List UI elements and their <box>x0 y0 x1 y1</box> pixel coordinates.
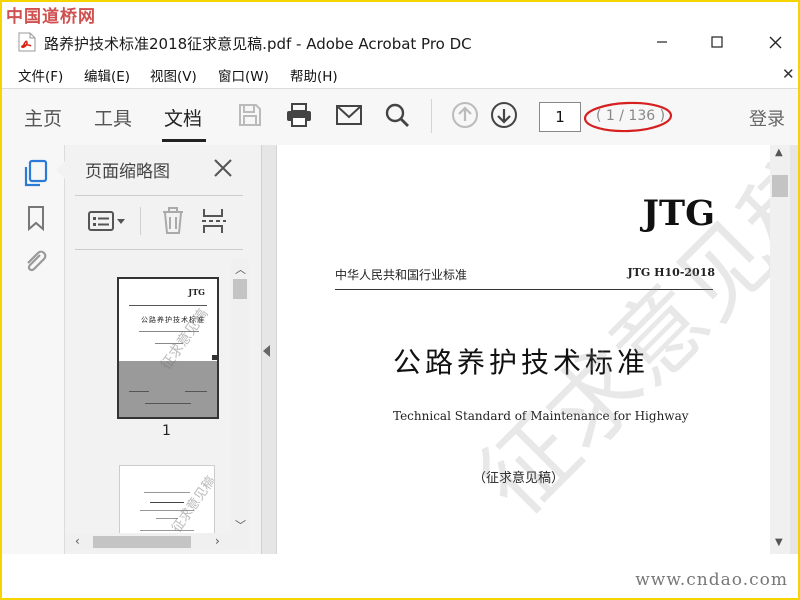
tab-tools[interactable]: 工具 <box>94 104 132 131</box>
title-bar: 路养护技术标准2018征求意见稿.pdf - Adobe Acrobat Pro… <box>2 24 798 60</box>
save-icon <box>239 104 261 126</box>
horizontal-scrollbar-thumb[interactable] <box>93 536 191 548</box>
close-window-button[interactable] <box>752 24 798 60</box>
menu-window[interactable]: 窗口(W) <box>218 65 269 85</box>
page-count-highlight-ellipse <box>582 99 674 139</box>
maximize-icon <box>711 36 723 48</box>
pdf-page: JTG 中华人民共和国行业标准 JTG H10-2018 公路养护技术标准 Te… <box>276 145 772 554</box>
tab-document[interactable]: 文档 <box>164 104 202 131</box>
scroll-left-icon[interactable]: ‹ <box>75 534 80 548</box>
minimize-icon <box>657 41 667 43</box>
page-thumbnail-2[interactable]: 征求意见稿 <box>119 465 215 537</box>
screenshot-frame: 中国道桥网 路养护技术标准2018征求意见稿.pdf - Adobe Acrob… <box>0 0 800 600</box>
scrollbar-thumb[interactable] <box>233 279 247 299</box>
bottom-strip: www.cndao.com <box>2 554 798 598</box>
panel-separator <box>140 207 141 235</box>
thumbnails-panel-title: 页面缩略图 <box>85 162 170 182</box>
doc-header-left: 中华人民共和国行业标准 <box>335 268 468 282</box>
menu-edit[interactable]: 编辑(E) <box>84 65 130 85</box>
site-watermark-bottom: www.cndao.com <box>635 570 788 590</box>
tab-home[interactable]: 主页 <box>24 104 62 131</box>
split-pages-icon <box>202 209 226 233</box>
delete-pages-button[interactable] <box>161 207 185 239</box>
thumbnail-options-button[interactable] <box>87 209 127 237</box>
panel-divider-2 <box>75 249 243 250</box>
collapse-panel-arrow[interactable] <box>263 345 270 357</box>
printer-icon <box>287 103 311 127</box>
document-viewer: JTG 中华人民共和国行业标准 JTG H10-2018 公路养护技术标准 Te… <box>262 145 798 554</box>
menu-file[interactable]: 文件(F) <box>18 65 63 85</box>
active-tab-indicator <box>162 139 206 142</box>
pdf-file-icon <box>18 32 36 52</box>
thumb-line <box>129 391 149 392</box>
login-link[interactable]: 登录 <box>749 105 785 131</box>
thumbnail-resize-handle[interactable] <box>212 355 217 360</box>
arrow-down-circle-icon <box>491 102 517 128</box>
menu-help[interactable]: 帮助(H) <box>290 65 338 85</box>
attachments-button[interactable] <box>22 247 48 279</box>
thumbnails-horizontal-scrollbar[interactable]: ‹ › <box>65 533 249 551</box>
scroll-down-icon[interactable]: ﹀ <box>235 517 246 533</box>
menu-bar: 文件(F) 编辑(E) 视图(V) 窗口(W) 帮助(H) ✕ <box>2 62 798 86</box>
document-scrollbar-thumb[interactable] <box>772 175 788 197</box>
maximize-button[interactable] <box>694 24 740 60</box>
paperclip-icon <box>27 250 47 272</box>
email-button[interactable] <box>332 98 366 132</box>
close-icon <box>769 36 781 48</box>
left-navigation-rail <box>2 145 65 554</box>
toolbar-separator <box>431 99 432 133</box>
scroll-down-icon[interactable]: ▼ <box>775 537 783 548</box>
scroll-right-icon[interactable]: › <box>215 534 220 548</box>
page-number-input[interactable]: 1 <box>539 102 581 132</box>
page-thumbnails-panel: 页面缩略图 JTG 公路养护技术标准 征求意见稿 1 征求意见稿 ︿ ﹀ ‹ › <box>56 145 262 554</box>
menu-view[interactable]: 视图(V) <box>150 65 197 85</box>
thumbnail-page-label: 1 <box>162 423 171 439</box>
scroll-up-icon[interactable]: ︿ <box>235 261 246 277</box>
close-thumbnails-panel-button[interactable] <box>213 158 233 182</box>
previous-page-button[interactable] <box>448 98 482 132</box>
thumb-jtg: JTG <box>188 287 205 297</box>
scroll-up-icon[interactable]: ▲ <box>775 147 783 158</box>
menu-close-icon[interactable]: ✕ <box>782 65 795 83</box>
close-icon <box>214 159 232 177</box>
thumb-line <box>144 492 190 493</box>
thumb-line <box>145 403 191 404</box>
print-button[interactable] <box>282 98 316 132</box>
thumb-line <box>150 502 184 503</box>
next-page-button[interactable] <box>487 98 521 132</box>
thumbnails-vertical-scrollbar[interactable]: ︿ ﹀ <box>231 259 249 533</box>
page-thumbnails-button[interactable] <box>22 159 50 193</box>
mail-icon <box>336 105 362 125</box>
save-button[interactable] <box>233 98 267 132</box>
options-menu-icon <box>88 211 125 231</box>
search-button[interactable] <box>380 98 414 132</box>
page-thumbnail-1[interactable]: JTG 公路养护技术标准 征求意见稿 <box>117 277 219 419</box>
arrow-up-circle-icon <box>452 102 478 128</box>
panel-pointer <box>56 161 65 179</box>
minimize-button[interactable] <box>639 24 685 60</box>
thumb-line <box>185 391 207 392</box>
search-icon <box>385 103 409 127</box>
thumb-watermark: 征求意见稿 <box>169 473 215 536</box>
window-title: 路养护技术标准2018征求意见稿.pdf - Adobe Acrobat Pro… <box>44 35 472 53</box>
bookmarks-button[interactable] <box>26 205 46 235</box>
bookmark-icon <box>28 206 44 232</box>
main-toolbar: 主页 工具 文档 1 (1 / 136) 登录 <box>2 88 798 146</box>
extract-pages-button[interactable] <box>201 207 227 239</box>
thumb-line <box>140 530 194 531</box>
copy-pages-icon <box>24 159 48 187</box>
trash-icon <box>163 207 183 234</box>
document-vertical-scrollbar[interactable]: ▲ ▼ <box>770 145 790 554</box>
panel-divider <box>75 195 243 196</box>
